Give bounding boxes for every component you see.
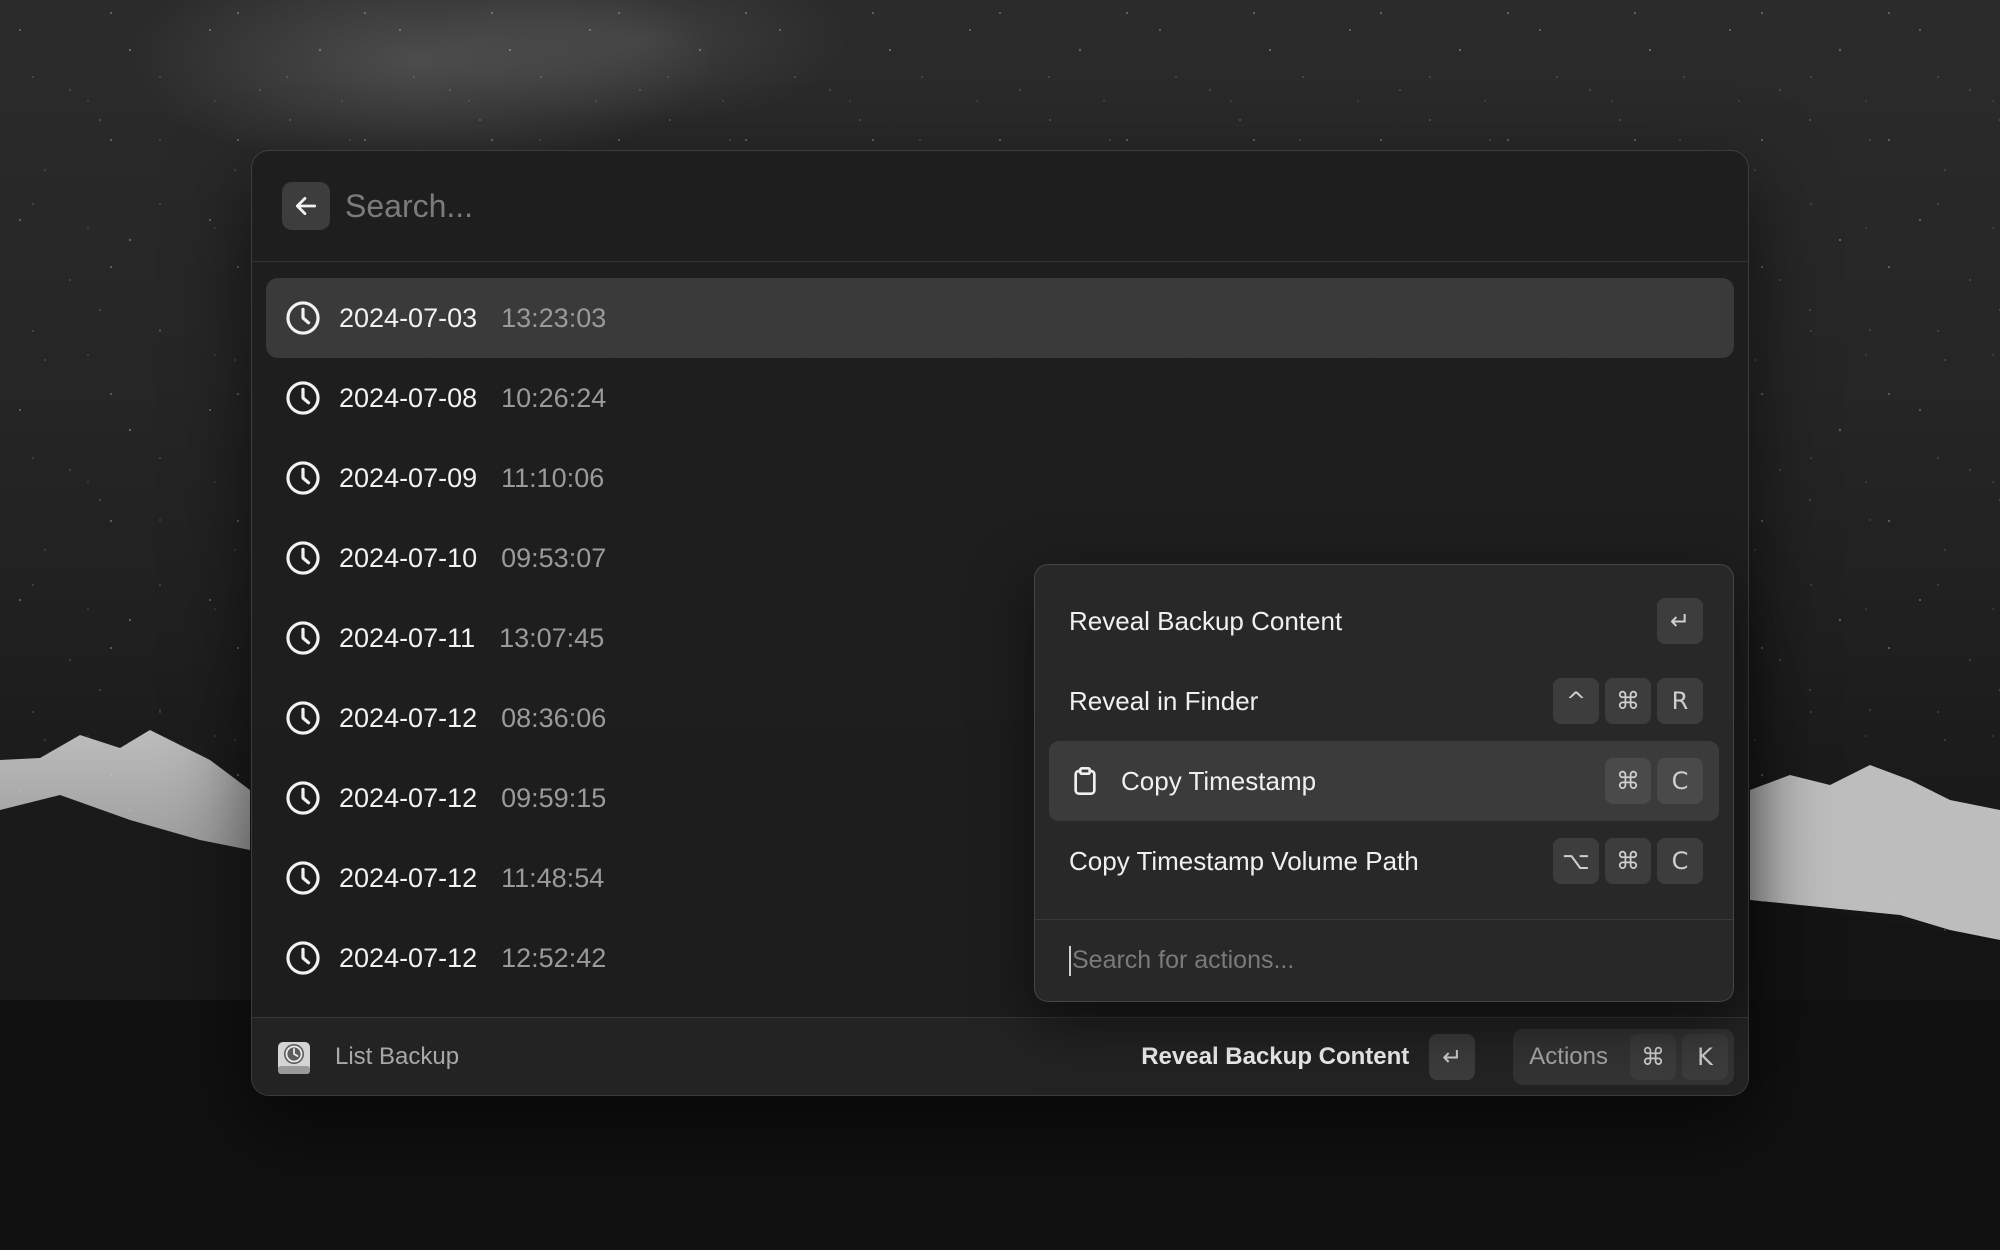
command-name: List Backup	[335, 1042, 460, 1070]
search-input[interactable]	[345, 187, 1545, 225]
shortcut-key: ↵	[1657, 598, 1703, 644]
backup-time: 10:26:24	[501, 382, 607, 413]
clock-icon	[284, 939, 322, 977]
shortcut-key: C	[1657, 758, 1703, 804]
clock-icon	[284, 459, 322, 497]
clock-icon	[284, 379, 322, 417]
action-label: Copy Timestamp Volume Path	[1069, 845, 1419, 876]
clipboard-icon	[1069, 765, 1101, 797]
shortcut-keys: ⌥ ⌘ C	[1553, 838, 1703, 884]
action-item[interactable]: Copy Timestamp ⌘ C	[1049, 741, 1719, 821]
back-button[interactable]	[282, 182, 330, 230]
command-key-hint: ⌘	[1630, 1033, 1676, 1080]
shortcut-key: R	[1657, 678, 1703, 724]
backup-time: 08:36:06	[501, 702, 607, 733]
clock-icon	[284, 779, 322, 817]
action-panel: Reveal Backup Content ↵ Reveal in Finder ^ ⌘…	[1034, 564, 1734, 1002]
clock-icon	[284, 699, 322, 737]
clock-icon	[284, 539, 322, 577]
clock-icon	[284, 299, 322, 337]
list-item[interactable]: 2024-07-08 10:26:24	[266, 358, 1734, 438]
backup-time: 12:52:42	[501, 942, 607, 973]
time-machine-icon	[276, 1038, 312, 1076]
primary-action-label[interactable]: Reveal Backup Content	[1141, 1043, 1409, 1071]
shortcut-key: ⌘	[1605, 678, 1651, 724]
search-bar	[252, 151, 1748, 262]
action-search-bar	[1035, 919, 1733, 1001]
action-label: Copy Timestamp	[1121, 765, 1317, 796]
backup-date: 2024-07-08	[339, 382, 478, 413]
backup-date: 2024-07-09	[339, 462, 478, 493]
list-item[interactable]: 2024-07-03 13:23:03	[266, 278, 1734, 358]
shortcut-key: ⌘	[1605, 758, 1651, 804]
shortcut-key: C	[1657, 838, 1703, 884]
action-item[interactable]: Reveal in Finder ^ ⌘ R	[1049, 661, 1719, 741]
backup-time: 09:59:15	[501, 782, 607, 813]
actions-button[interactable]: Actions ⌘ K	[1513, 1028, 1734, 1085]
backup-date: 2024-07-11	[339, 622, 476, 653]
backup-date: 2024-07-12	[339, 782, 478, 813]
backup-date: 2024-07-03	[339, 302, 478, 333]
backup-time: 09:53:07	[501, 542, 607, 573]
enter-key-hint: ↵	[1429, 1033, 1476, 1080]
backup-date: 2024-07-10	[339, 542, 478, 573]
action-label: Reveal Backup Content	[1069, 605, 1343, 636]
backup-date: 2024-07-12	[339, 862, 478, 893]
footer-bar: List Backup Reveal Backup Content ↵ Acti…	[252, 1017, 1748, 1095]
shortcut-keys: ⌘ C	[1605, 758, 1703, 804]
backup-time: 11:48:54	[501, 862, 605, 893]
clock-icon	[284, 859, 322, 897]
text-caret	[1069, 945, 1071, 976]
backup-time: 13:07:45	[499, 622, 605, 653]
shortcut-key: ^	[1553, 678, 1599, 724]
backup-time: 11:10:06	[501, 462, 605, 493]
backup-time: 13:23:03	[501, 302, 607, 333]
action-item[interactable]: Reveal Backup Content ↵	[1049, 581, 1719, 661]
shortcut-keys: ↵	[1657, 598, 1703, 644]
action-item[interactable]: Copy Timestamp Volume Path ⌥ ⌘ C	[1049, 821, 1719, 901]
shortcut-keys: ^ ⌘ R	[1553, 678, 1703, 724]
k-key-hint: K	[1682, 1033, 1728, 1080]
backup-date: 2024-07-12	[339, 702, 478, 733]
list-item[interactable]: 2024-07-09 11:10:06	[266, 438, 1734, 518]
shortcut-key: ⌥	[1553, 838, 1599, 884]
arrow-left-icon	[295, 197, 317, 215]
action-search-input[interactable]	[1072, 946, 1672, 975]
action-label: Reveal in Finder	[1069, 685, 1259, 716]
actions-label: Actions	[1529, 1042, 1608, 1070]
clock-icon	[284, 619, 322, 657]
action-list: Reveal Backup Content ↵ Reveal in Finder ^ ⌘…	[1035, 565, 1733, 901]
shortcut-key: ⌘	[1605, 838, 1651, 884]
backup-date: 2024-07-12	[339, 942, 478, 973]
